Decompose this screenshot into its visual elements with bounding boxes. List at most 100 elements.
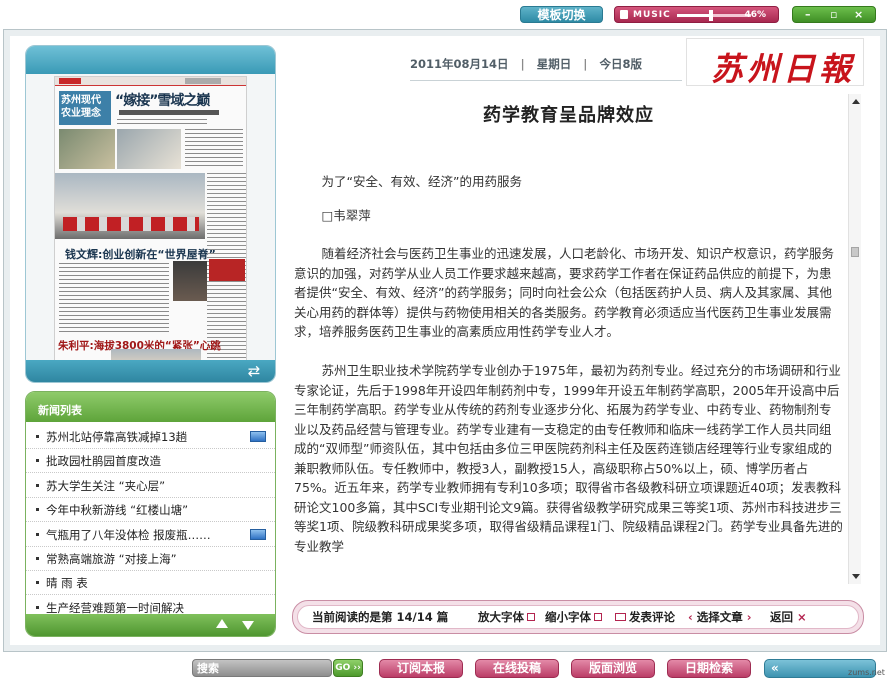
reading-position: 当前阅读的是第 14/14 篇 <box>312 606 448 628</box>
scroll-down-icon[interactable] <box>242 621 254 630</box>
video-icon[interactable] <box>250 431 266 442</box>
bullet-icon <box>36 508 39 512</box>
thumb-ad-box <box>209 259 245 281</box>
news-list-item[interactable]: 今年中秋新游线 “红楼山塘” <box>26 498 275 523</box>
reading-prefix: 当前阅读的是第 <box>312 610 393 624</box>
date-search-button[interactable]: 日期检索 <box>667 659 751 678</box>
subscribe-button[interactable]: 订阅本报 <box>379 659 463 678</box>
search-go-button[interactable]: GO ›› <box>333 659 363 677</box>
thumb-headline-1[interactable]: “嫁接”雪域之巅 <box>115 90 210 110</box>
page-preview-panel: 苏州现代农业理念 “嫁接”雪域之巅 钱文辉:创业创新在“世界屋脊” 朱利平:海拔… <box>25 45 276 383</box>
scroll-up-arrow-icon[interactable] <box>852 99 860 104</box>
shrink-font-button[interactable]: 缩小字体 <box>545 606 602 628</box>
issue-date: 2011年08月14日 <box>410 57 509 71</box>
bullet-icon <box>36 605 39 609</box>
article-author: □韦翠萍 <box>321 207 371 223</box>
news-list-item-text[interactable]: 常熟高端旅游 “对接上海” <box>46 547 177 571</box>
article-paragraph: 苏州卫生职业技术学院药学专业创办于1975年，最初为药剂专业。经过充分的市场调研… <box>294 363 843 554</box>
music-volume-fill <box>677 14 712 17</box>
issue-dateline: 2011年08月14日 | 星期日 | 今日8版 <box>410 56 642 72</box>
news-list-item-text[interactable]: 苏大学生关注 “夹心层” <box>46 474 165 498</box>
scroll-up-icon[interactable] <box>216 619 228 628</box>
article-action-inner: 当前阅读的是第 14/14 篇 放大字体 缩小字体 发表评论 ‹ 选择文章 › … <box>297 605 859 629</box>
article-action-bar: 当前阅读的是第 14/14 篇 放大字体 缩小字体 发表评论 ‹ 选择文章 › … <box>292 600 864 634</box>
video-icon[interactable] <box>250 528 266 540</box>
news-list-item-text[interactable]: 苏州北站停靠高铁减掉13趟 <box>46 425 187 449</box>
minimize-icon[interactable]: – <box>805 8 811 21</box>
reading-suffix: 篇 <box>436 610 449 624</box>
shrink-font-label: 缩小字体 <box>545 610 591 624</box>
music-volume-knob[interactable] <box>709 10 714 21</box>
news-list-item-text[interactable]: 今年中秋新游线 “红楼山塘” <box>46 498 188 522</box>
music-volume-percent: 46% <box>744 10 766 20</box>
search-input[interactable] <box>197 662 322 674</box>
reading-count: 14/14 <box>396 610 433 624</box>
article-subtitle: 为了“安全、有效、经济”的用药服务 <box>321 174 522 189</box>
thumb-text <box>59 263 169 333</box>
thumb-masthead <box>55 77 246 86</box>
music-label: MUSIC <box>633 10 671 20</box>
close-icon: × <box>797 610 807 624</box>
preview-header <box>26 46 275 74</box>
newspaper-logo: 苏州日報 <box>686 38 864 88</box>
divider <box>410 80 682 81</box>
comment-button[interactable]: 发表评论 <box>615 606 675 628</box>
article-viewer[interactable]: 药学教育呈品牌效应 为了“安全、有效、经济”的用药服务 □韦翠萍 随着经济社会与… <box>292 92 845 584</box>
thumb-photo-detail <box>63 217 199 231</box>
minus-icon <box>594 612 602 621</box>
thumb-headline-2[interactable]: 钱文辉:创业创新在“世界屋脊” <box>65 246 216 262</box>
back-button[interactable]: 返回 × <box>770 606 807 628</box>
scroll-thumb[interactable] <box>851 247 859 257</box>
news-list-footer <box>26 614 275 636</box>
news-list-item[interactable]: 苏大学生关注 “夹心层” <box>26 473 275 498</box>
maximize-icon[interactable]: ▫ <box>830 8 837 21</box>
scroll-down-arrow-icon[interactable] <box>852 574 860 579</box>
news-list-item-text[interactable]: 气瓶用了八年没体检 报废瓶…… <box>46 523 211 547</box>
article-scrollbar[interactable] <box>848 94 861 584</box>
thumb-photo <box>59 129 115 169</box>
submit-article-button[interactable]: 在线投稿 <box>475 659 559 678</box>
comment-label: 发表评论 <box>629 610 675 624</box>
article-title: 药学教育呈品牌效应 <box>483 105 654 126</box>
news-list-item[interactable]: 常熟高端旅游 “对接上海” <box>26 547 275 571</box>
separator: | <box>583 57 588 71</box>
plus-icon <box>527 612 535 621</box>
thumb-subhead <box>119 110 219 115</box>
music-control[interactable]: MUSIC 46% <box>614 6 779 23</box>
news-list-item[interactable]: 批政园杜鹃园首度改造 <box>26 449 275 474</box>
select-article-button[interactable]: ‹ 选择文章 › <box>688 606 752 628</box>
bullet-icon <box>36 532 39 536</box>
thumb-photo <box>173 261 207 301</box>
news-list-item[interactable]: 气瓶用了八年没体检 报废瓶…… <box>26 522 275 547</box>
thumb-logo <box>59 78 81 84</box>
bullet-icon <box>36 435 39 438</box>
music-volume-slider[interactable] <box>677 10 751 21</box>
thumb-ribbon: 苏州现代农业理念 <box>59 91 111 125</box>
bullet-icon <box>36 483 39 487</box>
template-switch-button[interactable]: 模板切换 <box>520 6 603 23</box>
news-list-item[interactable]: 晴 雨 表 <box>26 571 275 596</box>
article-paragraph: 随着经济社会与医药卫生事业的迅速发展，人口老龄化、市场开发、知识产权意识，药学服… <box>294 246 835 339</box>
news-list-item-text[interactable]: 批政园杜鹃园首度改造 <box>46 449 161 473</box>
double-chevron-left-icon: « <box>771 661 779 675</box>
news-list-item[interactable]: 苏州北站停靠高铁减掉13趟 <box>26 425 275 449</box>
top-bar: 模板切换 MUSIC 46% – ▫ × <box>0 0 891 30</box>
close-icon[interactable]: × <box>854 8 863 21</box>
music-icon <box>620 10 628 19</box>
news-list-item-text[interactable]: 晴 雨 表 <box>46 571 88 595</box>
separator: | <box>520 57 525 71</box>
search-field[interactable] <box>192 659 332 677</box>
bullet-icon <box>36 581 39 585</box>
browse-pages-button[interactable]: 版面浏览 <box>571 659 655 678</box>
enlarge-font-button[interactable]: 放大字体 <box>478 606 535 628</box>
article-body: 为了“安全、有效、经济”的用药服务 □韦翠萍 随着经济社会与医药卫生事业的迅速发… <box>294 172 843 576</box>
thumb-text <box>117 119 207 127</box>
preview-footer: ⇄ <box>26 360 275 382</box>
window-controls: – ▫ × <box>792 6 876 23</box>
chevron-left-icon: ‹ <box>688 610 693 624</box>
back-label: 返回 <box>770 610 793 624</box>
newspaper-page-thumbnail[interactable]: 苏州现代农业理念 “嫁接”雪域之巅 钱文辉:创业创新在“世界屋脊” 朱利平:海拔… <box>54 76 247 362</box>
select-article-label: 选择文章 <box>696 610 743 624</box>
issue-edition-count: 今日8版 <box>599 57 642 71</box>
refresh-icon[interactable]: ⇄ <box>245 363 263 379</box>
